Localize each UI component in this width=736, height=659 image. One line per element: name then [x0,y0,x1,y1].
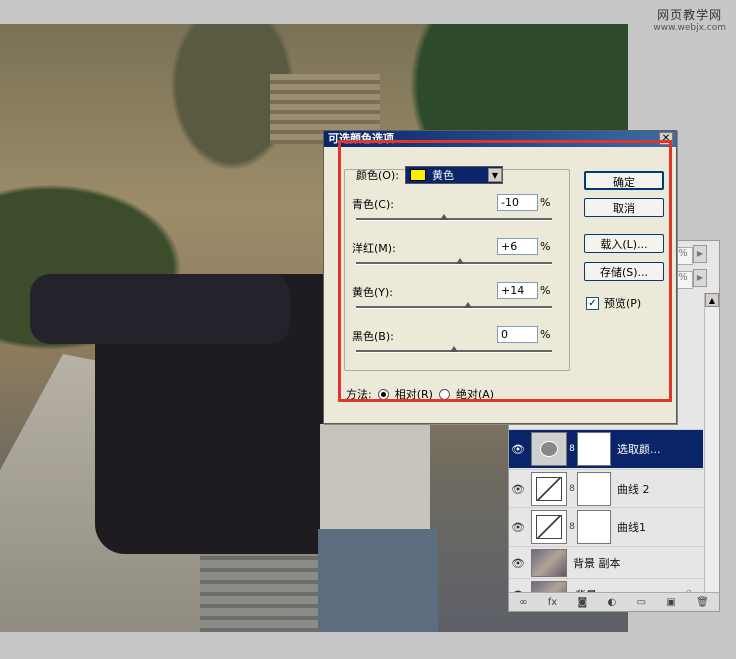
black-slider-thumb[interactable] [450,346,458,352]
fx-icon[interactable]: fx [548,597,557,608]
chevron-down-icon[interactable]: ▼ [487,168,502,182]
yellow-input[interactable]: +14 [497,282,538,299]
link-icon: 8 [569,522,575,532]
colors-label: 颜色(O): [356,169,399,182]
layer-name: 选取颜... [617,443,661,456]
absolute-radio[interactable] [438,388,450,400]
eye-icon[interactable]: 👁 [509,521,527,534]
dialog-titlebar[interactable]: 可选颜色选项 ✕ [324,131,676,147]
photo-shirt [320,424,430,544]
preview-checkbox[interactable]: ✓ [586,296,599,310]
yellow-slider-thumb[interactable] [463,302,472,308]
yellow-swatch-icon [409,169,426,181]
image-thumb-icon [531,549,567,577]
absolute-label[interactable]: 绝对(A) [456,386,494,402]
cyan-percent: % [540,196,551,209]
opacity-arrow-icon[interactable]: ▶ [693,245,707,263]
link-layers-icon[interactable]: ∞ [519,597,527,608]
colors-dropdown-value: 黄色 [431,169,454,182]
close-icon[interactable]: ✕ [659,132,673,145]
selective-color-dialog: 可选颜色选项 ✕ 颜色(O): 黄色 ▼ 青色(C): -10 % 洋红(M):… [323,130,677,424]
eye-icon[interactable]: 👁 [509,443,527,456]
load-button[interactable]: 载入(L)... [584,234,664,253]
preview-label[interactable]: 预览(P) [604,295,641,311]
relative-label[interactable]: 相对(R) [395,386,433,402]
cyan-slider-track[interactable] [356,218,552,221]
watermark: 网页教学网 www.webjx.com [653,6,726,33]
scroll-up-icon[interactable]: ▲ [705,293,719,307]
yellow-percent: % [540,284,551,297]
layer-row-background-copy[interactable]: 👁 背景 副本 [509,546,703,579]
add-mask-icon[interactable]: ◙ [578,597,588,608]
black-input[interactable]: 0 [497,326,538,343]
layer-name: 曲线 2 [617,483,650,496]
layer-row-selective-color[interactable]: 👁 8 选取颜... [509,429,703,468]
cancel-button[interactable]: 取消 [584,198,664,217]
cyan-slider-thumb[interactable] [440,214,449,220]
link-icon: 8 [569,484,575,494]
eye-icon[interactable]: 👁 [509,557,527,570]
layer-row-curves-2[interactable]: 👁 8 曲线 2 [509,469,703,508]
layer-row-curves-1[interactable]: 👁 8 曲线1 [509,507,703,546]
colors-select-row: 颜色(O): 黄色 ▼ [356,166,503,184]
ok-button[interactable]: 确定 [584,171,664,190]
fill-arrow-icon[interactable]: ▶ [693,269,707,287]
method-row: 方法: 相对(R) 绝对(A) [346,386,494,402]
layer-mask[interactable] [577,472,611,506]
watermark-url: www.webjx.com [653,23,726,33]
yellow-slider-track[interactable] [356,306,552,309]
black-percent: % [540,328,551,341]
adjustment-layer-icon[interactable]: ◐ [608,597,617,608]
magenta-label: 洋红(M): [352,242,396,255]
yellow-label: 黄色(Y): [352,286,394,299]
layers-scrollbar[interactable]: ▲ ▼ [704,293,719,609]
relative-radio[interactable] [377,388,389,400]
magenta-slider-thumb[interactable] [455,258,464,264]
magenta-percent: % [540,240,551,253]
watermark-title: 网页教学网 [657,8,723,22]
layer-mask[interactable] [577,510,611,544]
curves-thumb-icon [531,510,567,544]
curves-thumb-icon [531,472,567,506]
layer-name: 背景 副本 [573,557,621,570]
link-icon: 8 [569,444,575,454]
opacity-field[interactable]: % ▶ [673,245,717,265]
trash-icon[interactable]: 🗑 [696,597,709,608]
adjustment-thumb-icon [531,432,567,466]
method-label: 方法: [346,388,372,401]
save-button[interactable]: 存储(S)... [584,262,664,281]
black-label: 黑色(B): [352,330,394,343]
layers-toolbar: ∞ fx ◙ ◐ ▭ ▣ 🗑 [509,592,719,611]
new-layer-icon[interactable]: ▣ [666,597,675,608]
dialog-title: 可选颜色选项 [328,132,394,145]
magenta-input[interactable]: +6 [497,238,538,255]
photo-arm [30,274,290,344]
fill-field[interactable]: % ▶ [673,269,717,289]
magenta-slider-track[interactable] [356,262,552,265]
preview-row: ✓ 预览(P) [586,295,641,311]
new-group-icon[interactable]: ▭ [637,597,646,608]
eye-icon[interactable]: 👁 [509,483,527,496]
colors-dropdown[interactable]: 黄色 ▼ [404,166,503,184]
layer-mask[interactable] [577,432,611,466]
layer-name: 曲线1 [617,521,646,534]
cyan-input[interactable]: -10 [497,194,538,211]
photo-jeans [318,529,438,632]
cyan-label: 青色(C): [352,198,394,211]
